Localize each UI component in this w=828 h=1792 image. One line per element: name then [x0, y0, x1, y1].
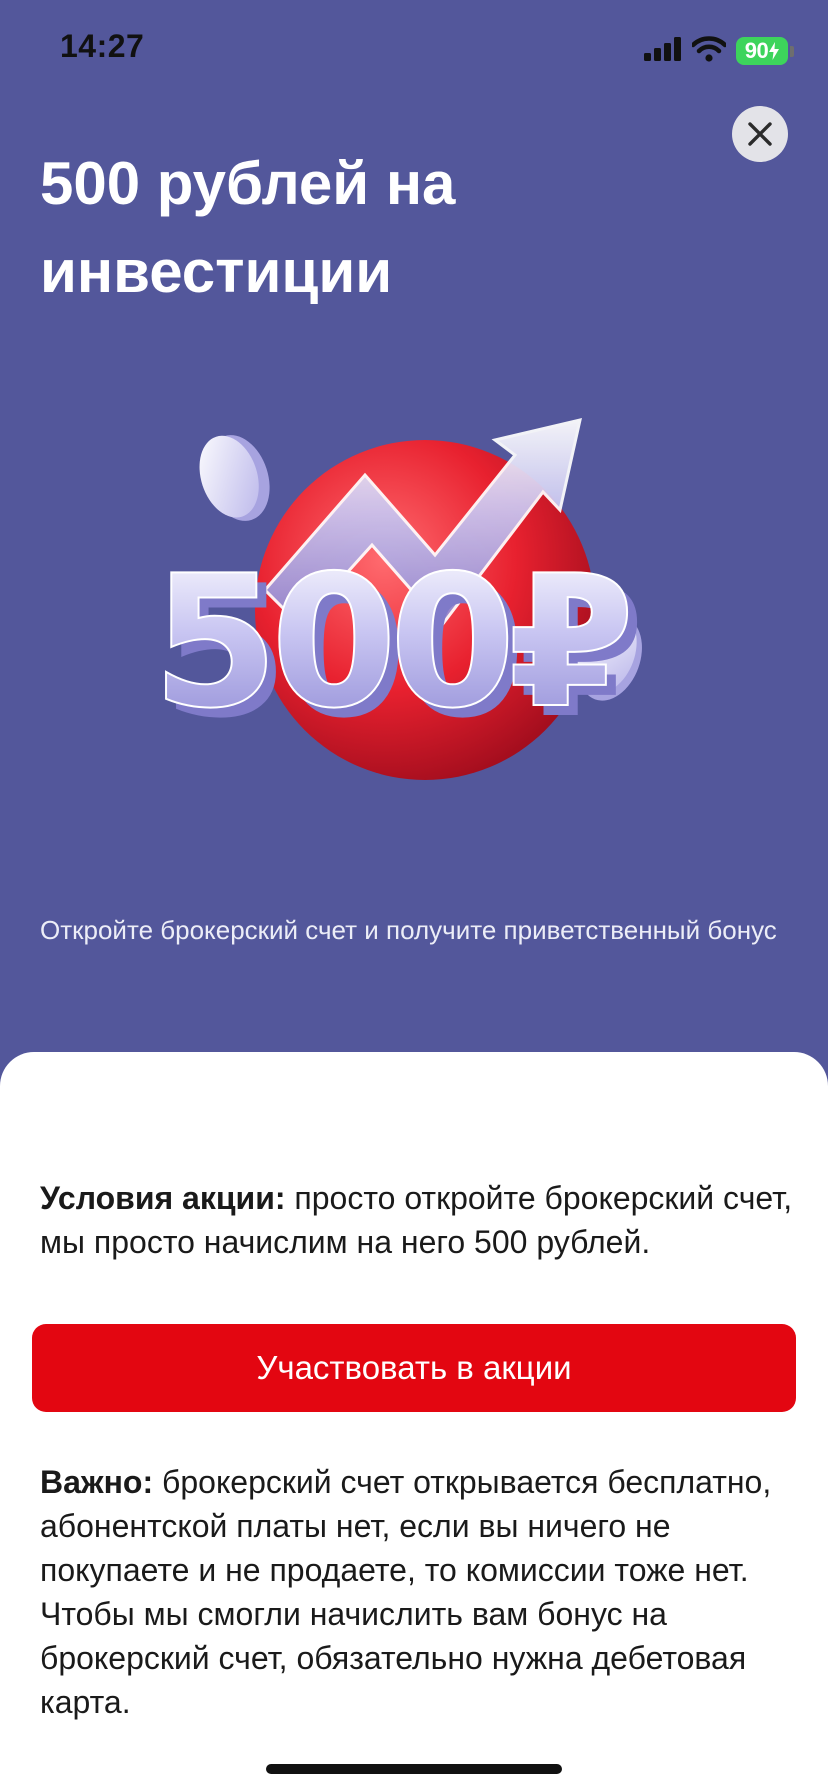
battery-level: 90	[736, 37, 788, 65]
important-label: Важно:	[40, 1464, 154, 1500]
hero-amount: 500₽	[160, 536, 628, 748]
battery-icon: 90	[736, 37, 794, 65]
close-icon	[748, 122, 772, 146]
signal-icon	[644, 36, 682, 66]
important-body: брокерский счет открывается бесплатно, а…	[40, 1464, 772, 1720]
home-indicator[interactable]	[266, 1764, 562, 1774]
promo-illustration: 500₽ 500₽	[151, 400, 680, 840]
status-icons: 90	[644, 34, 794, 68]
promo-sheet: Условия акции: просто откройте брокерски…	[0, 1052, 828, 1792]
status-time: 14:27	[60, 28, 145, 64]
conditions-label: Условия акции:	[40, 1180, 286, 1216]
status-bar: 14:27 90	[0, 0, 828, 100]
important-text: Важно: брокерский счет открывается беспл…	[40, 1460, 800, 1724]
battery-percent: 90	[744, 38, 769, 63]
charging-bolt-icon	[769, 42, 780, 60]
close-button[interactable]	[732, 106, 788, 162]
participate-button[interactable]: Участвовать в акции	[32, 1324, 796, 1412]
wifi-icon	[690, 35, 728, 67]
conditions-text: Условия акции: просто откройте брокерски…	[40, 1176, 800, 1264]
battery-tip	[790, 45, 794, 57]
promo-title: 500 рублей на инвестиции	[40, 150, 456, 305]
promo-subtitle: Откройте брокерский счет и получите прив…	[40, 915, 777, 945]
